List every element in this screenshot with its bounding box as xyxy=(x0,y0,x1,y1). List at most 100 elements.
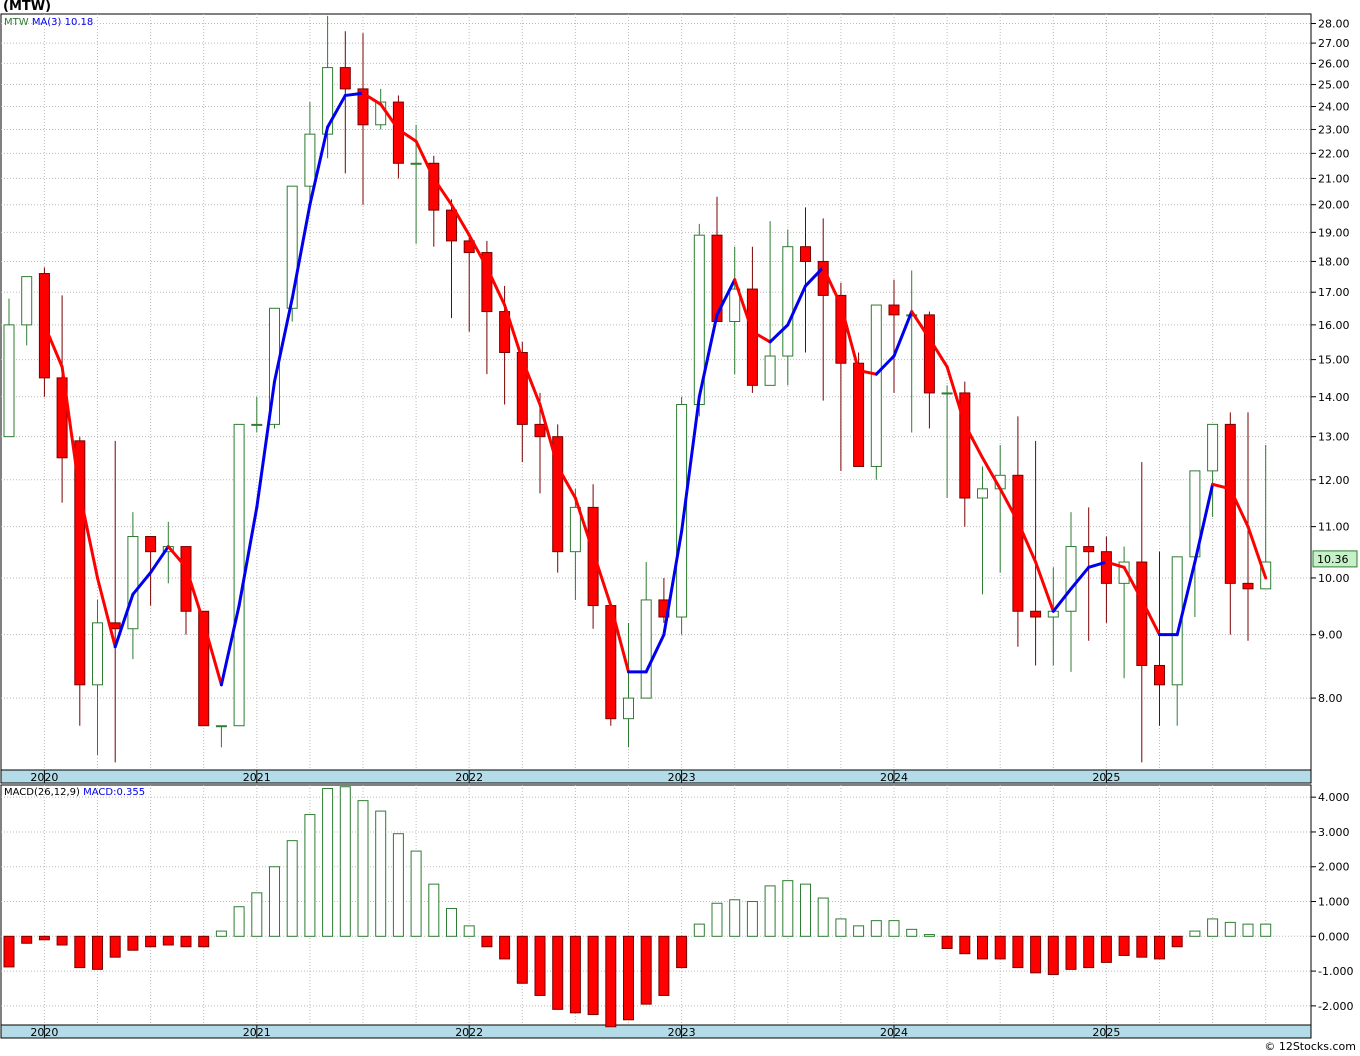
macd-bar xyxy=(640,935,652,1005)
x-year-label: 2023 xyxy=(668,771,696,784)
macd-panel: 4.000 3.000 2.000 1.000 0.000 -1.000 -2.000 202… xyxy=(0,784,1353,1039)
macd-tick-label: 3.000 xyxy=(1318,826,1350,839)
macd-bar xyxy=(623,935,634,1021)
macd-bar xyxy=(481,935,493,948)
macd-bar xyxy=(977,935,988,960)
macd-bar xyxy=(56,935,68,946)
macd-bar xyxy=(428,883,440,937)
macd-bar xyxy=(552,935,564,1010)
price-tick-label: 23.00 xyxy=(1318,123,1350,136)
price-tick-label: 13.00 xyxy=(1318,431,1350,444)
macd-bar xyxy=(1012,935,1024,969)
x-year-label: 2024 xyxy=(880,771,908,784)
candle xyxy=(552,424,564,573)
candle-body xyxy=(977,488,988,499)
macd-bar xyxy=(357,800,369,937)
macd-bar xyxy=(38,935,50,941)
macd-bar xyxy=(1118,935,1130,956)
macd-bar xyxy=(888,920,900,937)
price-tick-label: 9.00 xyxy=(1318,629,1343,642)
candle-body xyxy=(853,362,865,467)
price-tick-label: 20.00 xyxy=(1318,199,1350,212)
macd-bar xyxy=(693,923,705,937)
macd-bar xyxy=(676,935,688,969)
macd-tick-label: 2.000 xyxy=(1318,861,1350,874)
macd-plot-area xyxy=(0,784,1312,1026)
macd-bar xyxy=(74,935,86,969)
candle-body xyxy=(251,423,263,426)
x-year-label: 2021 xyxy=(243,1026,271,1039)
macd-tick-label: -2.000 xyxy=(1318,1000,1353,1013)
macd-bar xyxy=(286,840,298,937)
macd-bar xyxy=(269,866,280,937)
candle-body xyxy=(1224,423,1236,584)
candle-body xyxy=(923,314,935,394)
macd-bar xyxy=(729,899,741,937)
candle-body xyxy=(1030,610,1042,618)
macd-legend-value: MACD:0.355 xyxy=(83,787,145,798)
macd-bar xyxy=(1260,923,1272,937)
macd-bar xyxy=(870,920,882,937)
macd-bar xyxy=(145,935,157,948)
macd-bar xyxy=(339,786,351,937)
macd-bar xyxy=(1154,935,1165,960)
macd-bar xyxy=(92,935,103,970)
price-tick-label: 17.00 xyxy=(1318,286,1350,299)
candle-body xyxy=(145,536,157,553)
price-tick-label: 8.00 xyxy=(1318,692,1343,705)
candle-body xyxy=(92,622,103,686)
candle-body xyxy=(941,392,953,395)
ma-legend-label: MA(3) xyxy=(32,17,65,28)
price-tick-label: 21.00 xyxy=(1318,172,1350,185)
macd-bar xyxy=(994,935,1006,960)
candle-body xyxy=(870,304,882,467)
macd-bar xyxy=(1207,918,1219,937)
candle-body xyxy=(569,506,581,553)
x-year-label: 2020 xyxy=(30,1026,58,1039)
macd-bar xyxy=(1047,935,1059,976)
candle-body xyxy=(1065,546,1077,612)
price-tick-label: 28.00 xyxy=(1318,18,1350,31)
price-tick-label: 14.00 xyxy=(1318,391,1350,404)
macd-bar xyxy=(1189,930,1201,937)
macd-bar xyxy=(499,935,511,960)
macd-bar xyxy=(109,935,121,958)
macd-bar xyxy=(817,897,829,937)
macd-bar xyxy=(463,925,475,937)
price-tick-label: 11.00 xyxy=(1318,521,1350,534)
macd-bar xyxy=(1030,935,1042,974)
candle-body xyxy=(1100,551,1112,584)
x-year-label: 2021 xyxy=(243,771,271,784)
macd-bar xyxy=(162,935,174,946)
macd-bar xyxy=(959,935,971,955)
macd-bar xyxy=(906,928,918,937)
macd-bar xyxy=(923,934,935,937)
x-year-label: 2023 xyxy=(668,1026,696,1039)
macd-bar xyxy=(658,935,670,996)
candle-body xyxy=(127,536,139,630)
macd-bar xyxy=(1065,935,1077,970)
macd-bar xyxy=(1136,935,1148,958)
macd-bar xyxy=(835,918,847,937)
x-year-label: 2025 xyxy=(1092,771,1120,784)
candle-body xyxy=(1242,582,1254,590)
price-tick-label: 22.00 xyxy=(1318,147,1350,160)
price-tick-label: 16.00 xyxy=(1318,319,1350,332)
price-tick-label: 26.00 xyxy=(1318,57,1350,70)
macd-bar xyxy=(392,833,404,937)
price-tick-label: 10.00 xyxy=(1318,572,1350,585)
stock-chart: 8.00 9.00 10.00 11.00 12.00 13.00 14.00 15.00 16… xyxy=(0,13,1358,1039)
price-tick-label: 27.00 xyxy=(1318,37,1350,50)
x-year-label: 2022 xyxy=(455,1026,483,1039)
macd-bar xyxy=(410,850,422,937)
last-price-label: 10.36 xyxy=(1317,553,1349,566)
price-plot-area xyxy=(0,13,1312,771)
candle-body xyxy=(1154,664,1165,686)
macd-bar xyxy=(1224,921,1236,937)
macd-tick-label: 0.000 xyxy=(1318,930,1350,943)
candle xyxy=(870,304,882,480)
candle-body xyxy=(764,355,776,386)
price-tick-label: 19.00 xyxy=(1318,226,1350,239)
macd-tick-label: 4.000 xyxy=(1318,791,1350,804)
macd-bar xyxy=(233,906,245,937)
